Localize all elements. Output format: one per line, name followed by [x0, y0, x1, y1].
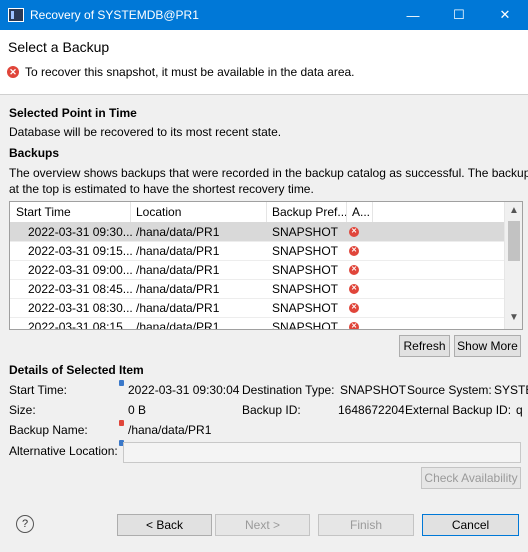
unavailable-icon: ✕: [349, 265, 359, 275]
scroll-up-icon[interactable]: ▲: [509, 205, 519, 216]
unavailable-icon: ✕: [349, 246, 359, 256]
table-row[interactable]: 2022-03-31 09:30... /hana/data/PR1 SNAPS…: [10, 222, 504, 242]
cell-start-time: 2022-03-31 09:15...: [28, 244, 132, 258]
column-start-time[interactable]: Start Time: [16, 205, 71, 219]
cell-location: /hana/data/PR1: [136, 282, 220, 296]
start-time-label: Start Time:: [9, 383, 68, 397]
error-marker-icon: [119, 420, 124, 426]
app-icon: [8, 8, 24, 22]
start-time-value: 2022-03-31 09:30:04: [128, 383, 240, 397]
backups-description-line2: at the top is estimated to have the shor…: [9, 182, 314, 196]
unavailable-icon: ✕: [349, 303, 359, 313]
backup-id-label: Backup ID:: [242, 403, 301, 417]
cell-start-time: 2022-03-31 08:30...: [28, 301, 132, 315]
unavailable-icon: ✕: [349, 322, 359, 329]
alternative-location-input[interactable]: [123, 442, 521, 463]
backups-table[interactable]: Start Time Location Backup Pref... A... …: [9, 201, 523, 330]
column-separator: [372, 202, 373, 222]
destination-type-label: Destination Type:: [242, 383, 335, 397]
column-backup-prefix[interactable]: Backup Pref...: [272, 205, 347, 219]
column-separator: [266, 202, 267, 222]
cell-start-time: 2022-03-31 08:15...: [28, 320, 132, 330]
show-more-button[interactable]: Show More: [454, 335, 521, 357]
table-row[interactable]: 2022-03-31 08:30... /hana/data/PR1 SNAPS…: [10, 298, 504, 318]
back-button[interactable]: < Back: [117, 514, 212, 536]
refresh-button[interactable]: Refresh: [399, 335, 450, 357]
details-title: Details of Selected Item: [9, 363, 144, 377]
scroll-thumb[interactable]: [508, 221, 520, 261]
point-in-time-description: Database will be recovered to its most r…: [9, 125, 282, 139]
title-bar: Recovery of SYSTEMDB@PR1 — ☐ ✕: [0, 0, 528, 30]
column-separator: [130, 202, 131, 222]
unavailable-icon: ✕: [349, 284, 359, 294]
cell-location: /hana/data/PR1: [136, 301, 220, 315]
next-button[interactable]: Next >: [215, 514, 310, 536]
cell-location: /hana/data/PR1: [136, 320, 220, 330]
size-value: 0 B: [128, 403, 147, 417]
table-scrollbar[interactable]: ▲ ▼: [504, 202, 522, 329]
point-in-time-title: Selected Point in Time: [9, 106, 137, 120]
destination-type-value: SNAPSHOT: [340, 383, 407, 397]
cell-start-time: 2022-03-31 09:30...: [28, 225, 132, 239]
cancel-button[interactable]: Cancel: [422, 514, 519, 536]
finish-button[interactable]: Finish: [318, 514, 414, 536]
help-icon[interactable]: ?: [16, 515, 34, 533]
backup-name-value: /hana/data/PR1: [128, 423, 212, 437]
wizard-header: Select a Backup ✕ To recover this snapsh…: [0, 30, 528, 95]
column-availability[interactable]: A...: [352, 205, 370, 219]
scroll-down-icon[interactable]: ▼: [509, 312, 519, 323]
cell-backup-prefix: SNAPSHOT: [272, 320, 339, 330]
source-system-label: Source System:: [407, 383, 492, 397]
size-label: Size:: [9, 403, 36, 417]
cell-location: /hana/data/PR1: [136, 263, 220, 277]
table-row[interactable]: 2022-03-31 09:15... /hana/data/PR1 SNAPS…: [10, 241, 504, 261]
source-system-value: SYSTE: [494, 383, 528, 397]
table-row[interactable]: 2022-03-31 08:45... /hana/data/PR1 SNAPS…: [10, 279, 504, 299]
minimize-button[interactable]: —: [390, 0, 436, 30]
table-header: Start Time Location Backup Pref... A...: [10, 202, 504, 223]
cell-backup-prefix: SNAPSHOT: [272, 244, 339, 258]
cell-backup-prefix: SNAPSHOT: [272, 225, 339, 239]
error-icon: ✕: [7, 66, 19, 78]
cell-location: /hana/data/PR1: [136, 225, 220, 239]
alt-location-label: Alternative Location:: [9, 444, 118, 458]
cell-backup-prefix: SNAPSHOT: [272, 263, 339, 277]
backup-name-label: Backup Name:: [9, 423, 88, 437]
cell-start-time: 2022-03-31 09:00...: [28, 263, 132, 277]
external-backup-id-value: q: [516, 403, 523, 417]
table-row[interactable]: 2022-03-31 09:00... /hana/data/PR1 SNAPS…: [10, 260, 504, 280]
unavailable-icon: ✕: [349, 227, 359, 237]
backups-description-line1: The overview shows backups that were rec…: [9, 166, 528, 180]
page-title: Select a Backup: [8, 39, 110, 55]
check-availability-button[interactable]: Check Availability: [421, 467, 521, 489]
maximize-button[interactable]: ☐: [436, 0, 482, 30]
info-icon: [119, 380, 124, 386]
cell-location: /hana/data/PR1: [136, 244, 220, 258]
cell-backup-prefix: SNAPSHOT: [272, 301, 339, 315]
header-message: To recover this snapshot, it must be ava…: [25, 65, 355, 79]
window-title: Recovery of SYSTEMDB@PR1: [30, 8, 199, 22]
table-row[interactable]: 2022-03-31 08:15... /hana/data/PR1 SNAPS…: [10, 317, 504, 330]
external-backup-id-label: External Backup ID:: [405, 403, 512, 417]
close-button[interactable]: ✕: [482, 0, 528, 30]
cell-backup-prefix: SNAPSHOT: [272, 282, 339, 296]
backups-title: Backups: [9, 146, 60, 160]
column-separator: [346, 202, 347, 222]
cell-start-time: 2022-03-31 08:45...: [28, 282, 132, 296]
column-location[interactable]: Location: [136, 205, 181, 219]
backup-id-value: 1648672204(: [338, 403, 404, 417]
